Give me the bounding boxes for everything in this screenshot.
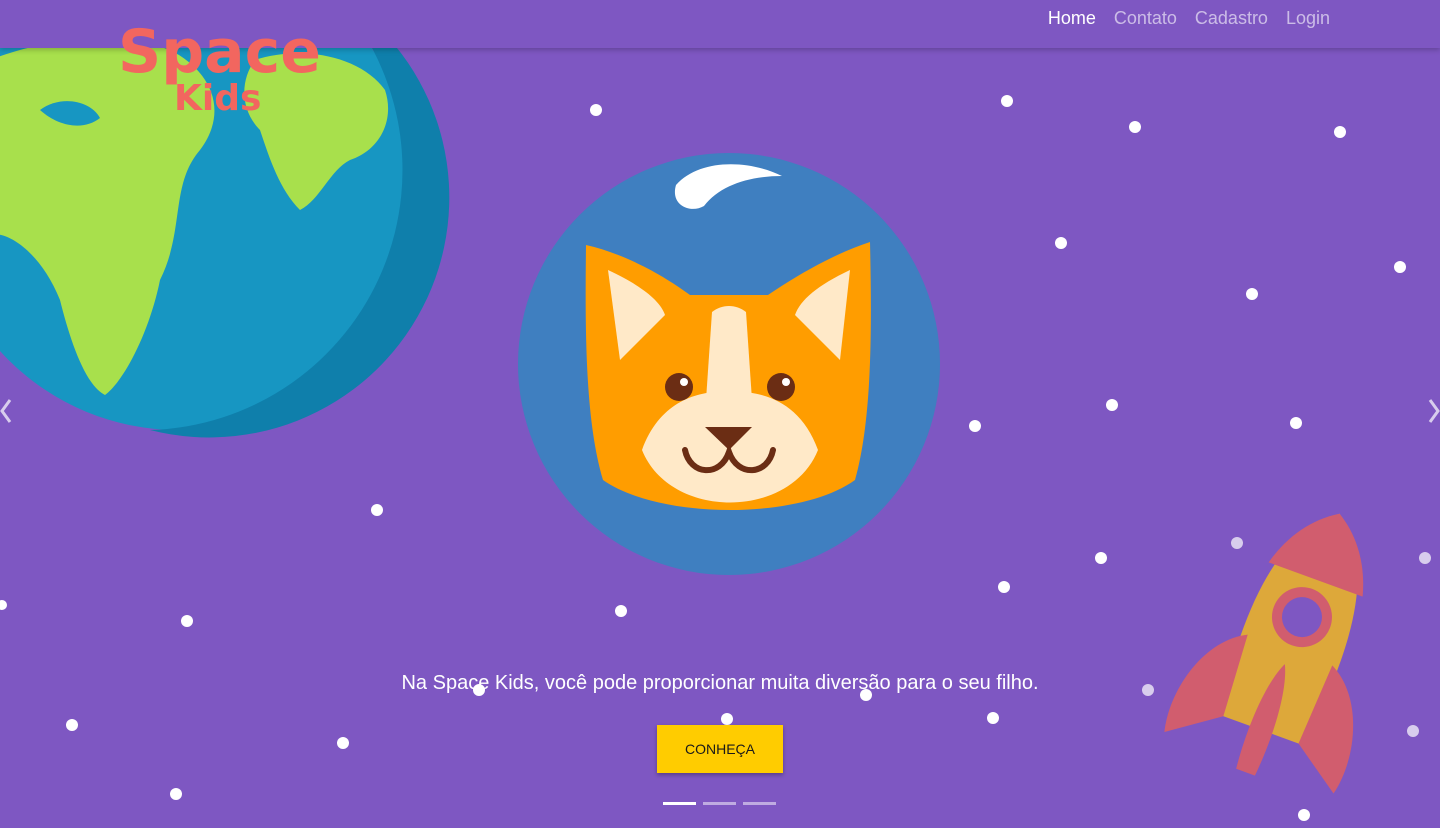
carousel-indicator-3[interactable] xyxy=(743,802,776,805)
brand-logo[interactable]: Space Kids xyxy=(112,6,322,119)
brand-logo-line2: Kids xyxy=(174,78,261,118)
carousel-next-button[interactable] xyxy=(1426,396,1440,426)
nav-link-cadastro[interactable]: Cadastro xyxy=(1195,8,1268,28)
carousel-prev-button[interactable] xyxy=(0,396,14,426)
carousel-indicator-2[interactable] xyxy=(703,802,736,805)
nav-link-home[interactable]: Home xyxy=(1048,8,1096,28)
nav-link-contato[interactable]: Contato xyxy=(1114,8,1177,28)
carousel-indicator-1[interactable] xyxy=(663,802,696,805)
carousel-slide xyxy=(0,0,1440,828)
conheca-button[interactable]: CONHEÇA xyxy=(657,725,783,773)
nav-links: Home Contato Cadastro Login xyxy=(1048,8,1330,28)
brand-logo-line1: Space xyxy=(118,17,321,87)
chevron-left-icon xyxy=(0,399,12,423)
carousel-indicators xyxy=(663,802,776,805)
rocket-illustration xyxy=(1164,513,1364,794)
carousel-caption: Na Space Kids, você pode proporcionar mu… xyxy=(401,672,1039,694)
corgi-astronaut-illustration xyxy=(518,153,940,575)
nav-link-login[interactable]: Login xyxy=(1286,8,1330,28)
chevron-right-icon xyxy=(1428,399,1440,423)
